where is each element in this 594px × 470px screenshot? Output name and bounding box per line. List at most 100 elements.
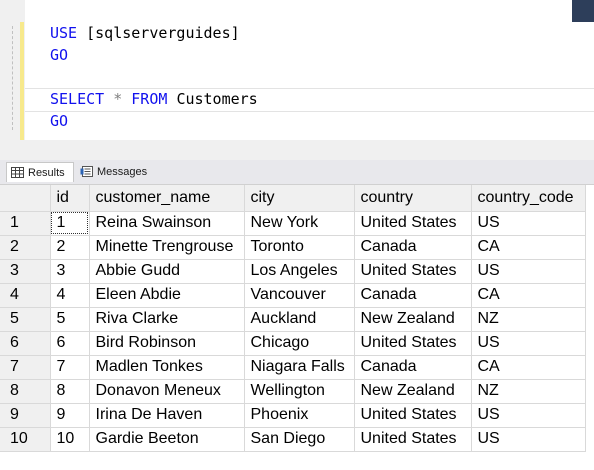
cell-city[interactable]: Auckland (244, 307, 355, 332)
table-row[interactable]: 8 8 Donavon Meneux Wellington New Zealand NZ (0, 379, 586, 404)
cell-customer-name[interactable]: Reina Swainson (89, 211, 245, 236)
cell-id[interactable]: 9 (50, 403, 90, 428)
sql-keyword: FROM (131, 90, 177, 108)
cell-country-code[interactable]: US (471, 403, 586, 428)
row-number[interactable]: 5 (0, 307, 51, 332)
column-header-customer-name[interactable]: customer_name (89, 185, 245, 212)
cell-country-code[interactable]: US (471, 331, 586, 356)
cell-country-code[interactable]: CA (471, 235, 586, 260)
cell-city[interactable]: Phoenix (244, 403, 355, 428)
row-number[interactable]: 2 (0, 235, 51, 260)
sql-identifier: Customers (176, 90, 258, 108)
column-header-country-code[interactable]: country_code (471, 185, 586, 212)
cell-country[interactable]: Canada (354, 283, 472, 308)
grid-body: 1 1 Reina Swainson New York United States US 2… (0, 211, 586, 452)
cell-country[interactable]: United States (354, 331, 472, 356)
sql-identifier: [sqlserverguides] (86, 24, 240, 42)
cell-country[interactable]: United States (354, 403, 472, 428)
corner-cell[interactable] (0, 185, 51, 212)
table-row[interactable]: 1 1 Reina Swainson New York United States US (0, 211, 586, 236)
sql-keyword: GO (50, 112, 69, 130)
cell-city[interactable]: Vancouver (244, 283, 355, 308)
cell-city[interactable]: San Diego (244, 427, 355, 452)
table-row[interactable]: 6 6 Bird Robinson Chicago United States US (0, 331, 586, 356)
column-header-city[interactable]: city (244, 185, 355, 212)
sql-keyword: USE (50, 24, 87, 42)
cell-customer-name[interactable]: Riva Clarke (89, 307, 245, 332)
table-row[interactable]: 5 5 Riva Clarke Auckland New Zealand NZ (0, 307, 586, 332)
header-row: id customer_name city country country_code (0, 185, 586, 212)
table-row[interactable]: 4 4 Eleen Abdie Vancouver Canada CA (0, 283, 586, 308)
cell-id[interactable]: 1 (50, 211, 90, 236)
cell-city[interactable]: Wellington (244, 379, 355, 404)
code-line: SELECT * FROM Customers (50, 88, 258, 110)
cell-city[interactable]: Toronto (244, 235, 355, 260)
column-header-id[interactable]: id (50, 185, 90, 212)
table-row[interactable]: 9 9 Irina De Haven Phoenix United States US (0, 403, 586, 428)
cell-country[interactable]: United States (354, 259, 472, 284)
sql-operator: * (113, 90, 132, 108)
row-number[interactable]: 1 (0, 211, 51, 236)
cell-customer-name[interactable]: Donavon Meneux (89, 379, 245, 404)
tab-results[interactable]: Results (6, 162, 74, 182)
cell-country-code[interactable]: NZ (471, 307, 586, 332)
cell-country-code[interactable]: US (471, 211, 586, 236)
cell-country[interactable]: United States (354, 211, 472, 236)
code-line: USE [sqlserverguides] (50, 22, 240, 44)
cell-customer-name[interactable]: Madlen Tonkes (89, 355, 245, 380)
cell-customer-name[interactable]: Gardie Beeton (89, 427, 245, 452)
cell-id[interactable]: 2 (50, 235, 90, 260)
query-editor[interactable]: USE [sqlserverguides] GO SELECT * FROM Cus… (0, 22, 594, 140)
row-number[interactable]: 8 (0, 379, 51, 404)
cell-customer-name[interactable]: Bird Robinson (89, 331, 245, 356)
cell-id[interactable]: 8 (50, 379, 90, 404)
cell-customer-name[interactable]: Abbie Gudd (89, 259, 245, 284)
cell-country[interactable]: New Zealand (354, 307, 472, 332)
cell-city[interactable]: Niagara Falls (244, 355, 355, 380)
table-row[interactable]: 2 2 Minette Trengrouse Toronto Canada CA (0, 235, 586, 260)
cell-country-code[interactable]: US (471, 259, 586, 284)
tab-messages-label: Messages (97, 166, 148, 178)
cell-customer-name[interactable]: Minette Trengrouse (89, 235, 245, 260)
row-number[interactable]: 9 (0, 403, 51, 428)
cell-id[interactable]: 3 (50, 259, 90, 284)
row-number[interactable]: 4 (0, 283, 51, 308)
sql-keyword: GO (50, 46, 69, 64)
cell-country[interactable]: Canada (354, 355, 472, 380)
cell-id[interactable]: 4 (50, 283, 90, 308)
row-number[interactable]: 10 (0, 427, 51, 452)
cell-country[interactable]: Canada (354, 235, 472, 260)
code-line: GO (50, 44, 68, 66)
tab-messages[interactable]: Messages (76, 162, 152, 182)
row-number[interactable]: 3 (0, 259, 51, 284)
cell-customer-name[interactable]: Irina De Haven (89, 403, 245, 428)
table-row[interactable]: 3 3 Abbie Gudd Los Angeles United States US (0, 259, 586, 284)
code-line: GO (50, 110, 68, 132)
results-table: id customer_name city country country_code 1… (0, 185, 586, 452)
row-number[interactable]: 7 (0, 355, 51, 380)
window-dark-edge (572, 0, 594, 22)
table-row[interactable]: 10 10 Gardie Beeton San Diego United States U… (0, 427, 586, 452)
cell-id[interactable]: 7 (50, 355, 90, 380)
cell-country-code[interactable]: NZ (471, 379, 586, 404)
cell-city[interactable]: New York (244, 211, 355, 236)
grid-icon (11, 166, 24, 178)
results-grid[interactable]: id customer_name city country country_code 1… (0, 185, 594, 470)
change-margin (20, 22, 24, 140)
row-number[interactable]: 6 (0, 331, 51, 356)
cell-id[interactable]: 6 (50, 331, 90, 356)
cell-city[interactable]: Los Angeles (244, 259, 355, 284)
column-header-country[interactable]: country (354, 185, 472, 212)
cell-city[interactable]: Chicago (244, 331, 355, 356)
cell-id[interactable]: 5 (50, 307, 90, 332)
cell-country-code[interactable]: CA (471, 283, 586, 308)
outline-guide (12, 26, 14, 130)
pane-splitter[interactable] (0, 140, 594, 160)
cell-country-code[interactable]: CA (471, 355, 586, 380)
cell-customer-name[interactable]: Eleen Abdie (89, 283, 245, 308)
cell-country[interactable]: New Zealand (354, 379, 472, 404)
cell-id[interactable]: 10 (50, 427, 90, 452)
cell-country-code[interactable]: US (471, 427, 586, 452)
cell-country[interactable]: United States (354, 427, 472, 452)
table-row[interactable]: 7 7 Madlen Tonkes Niagara Falls Canada CA (0, 355, 586, 380)
